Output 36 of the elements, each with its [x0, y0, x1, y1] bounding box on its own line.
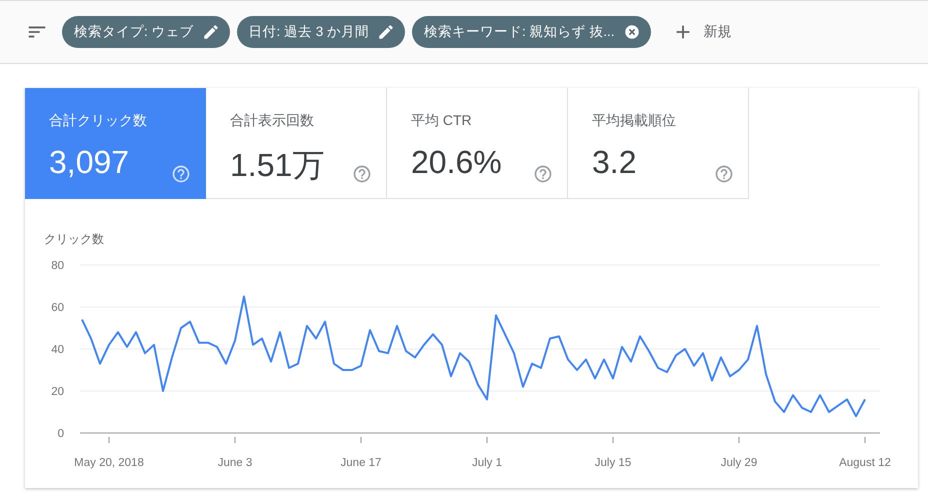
x-tick-label: June 17 — [340, 457, 382, 469]
y-tick-label: 80 — [51, 260, 64, 272]
filter-chip[interactable]: 日付: 過去 3 か月間 — [236, 16, 406, 48]
x-tick-label: June 3 — [218, 457, 252, 469]
x-tick-label: July 29 — [720, 457, 758, 469]
x-tick-label: July 1 — [472, 457, 502, 469]
y-tick-label: 20 — [51, 386, 64, 398]
metric-value: 1.51万 — [230, 146, 326, 185]
metric-tile[interactable]: 合計表示回数 1.51万 — [206, 88, 387, 199]
help-icon — [171, 164, 191, 184]
help-icon — [533, 164, 553, 184]
metric-label: 合計クリック数 — [49, 112, 148, 130]
y-tick-label: 60 — [51, 302, 64, 314]
x-tick-label: May 20, 2018 — [74, 457, 144, 469]
x-tick-label: July 15 — [594, 457, 632, 469]
metric-tile[interactable]: 平均掲載順位 3.2 — [568, 88, 749, 199]
metric-value: 3.2 — [592, 144, 638, 181]
axis-title: クリック数 — [44, 232, 104, 246]
pencil-icon — [202, 23, 220, 41]
metric-label: 平均 CTR — [411, 112, 473, 130]
y-tick-label: 40 — [51, 344, 64, 356]
metric-value: 3,097 — [49, 144, 130, 181]
metric-label: 平均掲載順位 — [592, 112, 677, 130]
help-icon — [352, 164, 372, 184]
x-tick-label: August 12 — [839, 457, 891, 469]
help-icon — [714, 164, 734, 184]
metric-value: 20.6% — [411, 144, 503, 181]
metric-label: 合計表示回数 — [230, 112, 315, 130]
y-tick-label: 0 — [58, 428, 64, 440]
new-filter-button[interactable]: 新規 — [666, 20, 738, 44]
pencil-icon — [377, 23, 396, 41]
filter-chip[interactable]: 検索キーワード: 親知らず 抜... — [412, 16, 651, 48]
metric-tile[interactable]: 平均 CTR 20.6% — [387, 88, 568, 199]
close-icon — [622, 23, 641, 41]
filter-chip[interactable]: 検索タイプ: ウェブ — [62, 16, 230, 48]
metric-tile[interactable]: 合計クリック数 3,097 — [25, 88, 206, 199]
